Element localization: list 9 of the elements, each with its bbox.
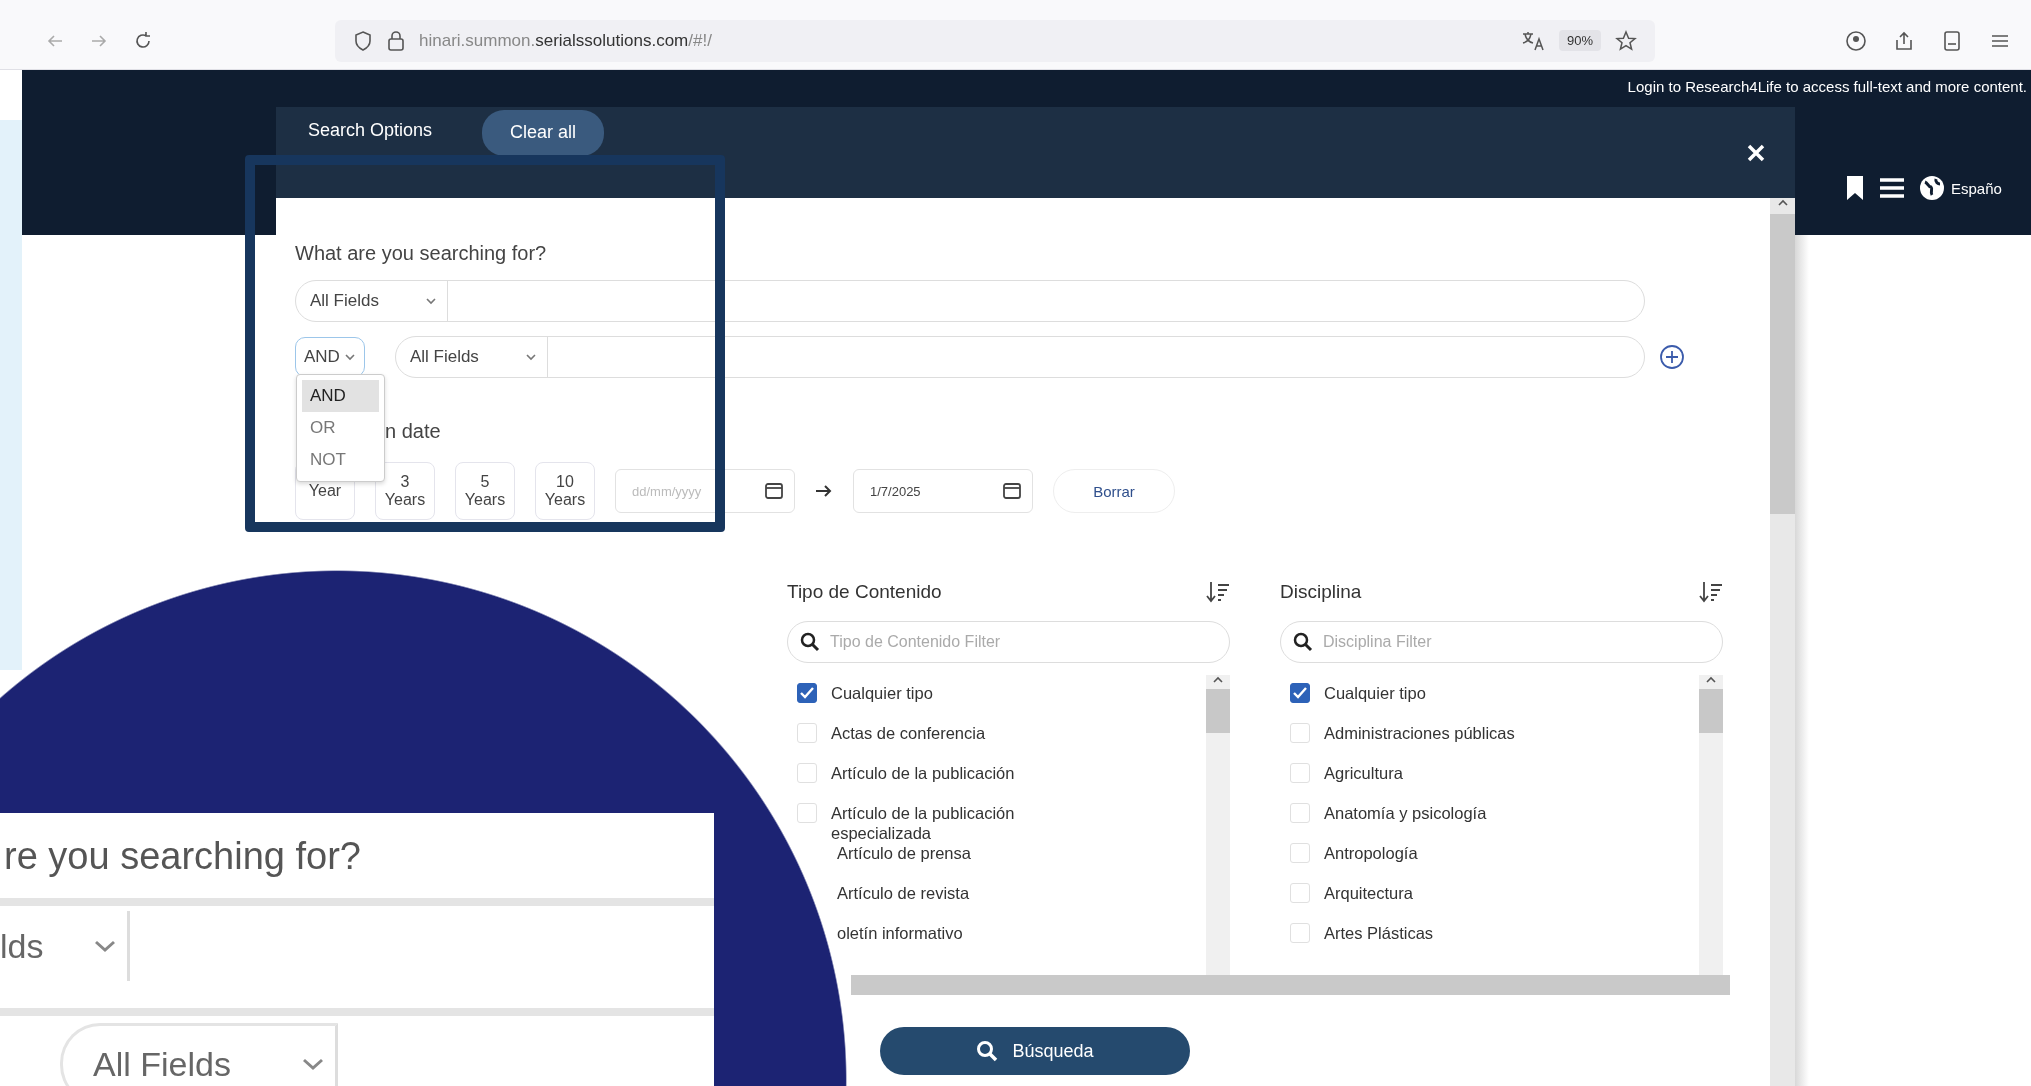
facet-title: Disciplina xyxy=(1280,581,1362,603)
facet-title: Tipo de Contenido xyxy=(787,581,942,603)
search-prompt: re you searching for? xyxy=(4,835,361,878)
field-select-text: lds xyxy=(0,926,44,966)
modal-title: Search Options xyxy=(308,120,433,141)
field-select-text: All Fields xyxy=(93,1044,231,1084)
search-prompt: What are you searching for? xyxy=(295,242,548,266)
url-text: hinari.summon.serialssolutions.com/#!/ xyxy=(419,30,713,51)
date-heading: n date xyxy=(385,420,442,444)
